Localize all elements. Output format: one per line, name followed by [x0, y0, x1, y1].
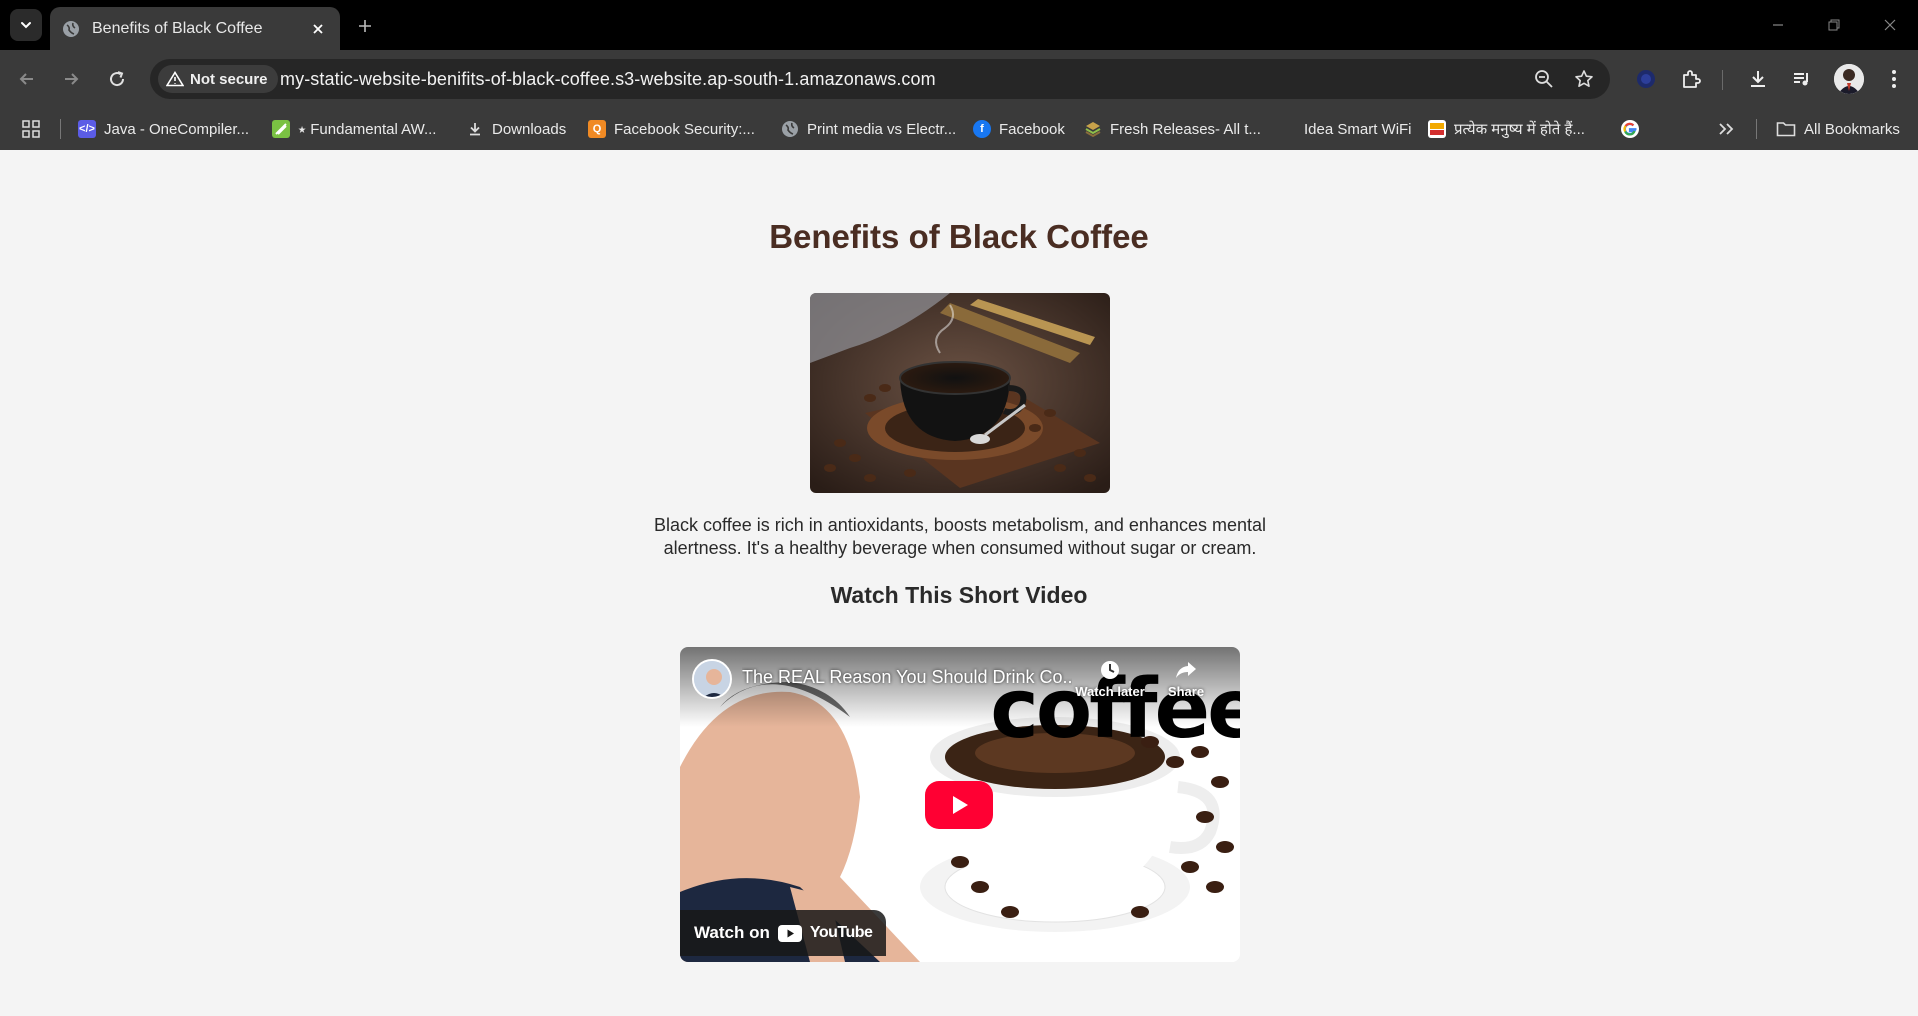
bookmark-label: प्रत्येक मनुष्य में होते हैं... [1454, 121, 1585, 138]
tab-strip: Benefits of Black Coffee [0, 0, 1918, 50]
arrow-right-icon [65, 73, 79, 85]
facebook-icon: f [973, 120, 991, 138]
youtube-wordmark: YouTube [809, 924, 873, 941]
bookmarks-divider [1756, 119, 1757, 139]
tab-search-button[interactable] [10, 9, 42, 41]
video-heading: Watch This Short Video [830, 582, 1088, 608]
more-bookmarks-icon[interactable] [1718, 118, 1734, 140]
q-icon: Q [588, 120, 606, 138]
close-window-button[interactable] [1872, 10, 1908, 40]
channel-avatar[interactable] [692, 659, 732, 699]
zoom-icon[interactable] [1532, 67, 1556, 91]
youtube-logo-icon [777, 924, 802, 942]
reload-icon [110, 71, 125, 87]
description-paragraph: Black coffee is rich in antioxidants, bo… [654, 515, 1266, 558]
restore-icon [1828, 19, 1840, 31]
share-button[interactable]: Share [1150, 659, 1222, 699]
forward-button[interactable] [56, 64, 86, 94]
minimize-icon [1773, 24, 1783, 26]
video-title[interactable]: The REAL Reason You Should Drink Co... [742, 667, 1072, 688]
minimize-button[interactable] [1760, 10, 1796, 40]
coffee-image [810, 293, 1110, 493]
new-tab-button[interactable] [352, 13, 378, 39]
bookmark-label: Print media vs Electr... [807, 120, 957, 138]
all-bookmarks-button[interactable]: All Bookmarks [1776, 118, 1900, 140]
tab-active[interactable]: Benefits of Black Coffee [50, 7, 340, 50]
all-bookmarks-label: All Bookmarks [1804, 120, 1900, 138]
address-bar[interactable]: Not secure my-static-website-benifits-of… [150, 59, 1610, 99]
close-tab-icon[interactable] [308, 19, 328, 39]
bookmark-downloads[interactable]: Downloads [466, 118, 566, 140]
bookmarks-bar: </> Java - OneCompiler... ⭑ Fundamental … [0, 108, 1918, 150]
download-icon [466, 120, 484, 138]
share-label: Share [1167, 684, 1205, 699]
restore-button[interactable] [1816, 10, 1852, 40]
play-icon [953, 796, 968, 814]
watch-later-label: Watch later [1075, 684, 1145, 699]
globe-icon [781, 120, 799, 138]
media-queue-icon[interactable] [1788, 65, 1816, 93]
bookmark-label: Facebook [999, 120, 1065, 138]
bookmark-label: ⭑ Fundamental AW... [298, 120, 437, 138]
bookmark-fundamental-aws[interactable]: ⭑ Fundamental AW... [272, 118, 436, 140]
bookmark-idea-wifi[interactable]: Idea Smart WiFi [1304, 118, 1412, 140]
onecompiler-icon: </> [78, 120, 96, 138]
watch-on-youtube-button[interactable]: Watch on YouTube [680, 910, 887, 956]
watch-later-button[interactable]: Watch later [1074, 659, 1146, 699]
download-icon[interactable] [1744, 65, 1772, 93]
extension-badge-icon[interactable] [1632, 65, 1660, 93]
warning-icon [166, 71, 184, 87]
more-menu-icon[interactable] [1880, 65, 1908, 93]
page-content: Benefits of Black Coffee Black coffee is… [0, 150, 1918, 1016]
bookmark-star-icon[interactable] [1572, 67, 1596, 91]
watch-on-label: Watch on [694, 923, 770, 942]
back-button[interactable] [12, 64, 42, 94]
bookmark-hindi-news[interactable]: प्रत्येक मनुष्य में होते हैं... [1428, 118, 1585, 140]
bookmark-print-media[interactable]: Print media vs Electr... [781, 118, 956, 140]
bookmarks-divider [60, 119, 61, 139]
toolbar-divider [1722, 70, 1723, 90]
security-chip[interactable]: Not secure [158, 65, 278, 93]
play-button[interactable] [925, 781, 993, 829]
arrow-left-icon [19, 73, 33, 85]
news-icon [1428, 120, 1446, 138]
globe-icon [62, 20, 80, 38]
youtube-embed[interactable]: coffee The REAL Reason You Should Drink … [680, 647, 1240, 962]
security-label: Not secure [190, 70, 268, 88]
aws-leaf-icon [272, 120, 290, 138]
bookmark-google[interactable] [1621, 118, 1639, 140]
extensions-icon[interactable] [1677, 65, 1705, 93]
page-heading: Benefits of Black Coffee [769, 218, 1149, 255]
bookmark-facebook-security[interactable]: Q Facebook Security:... [588, 118, 755, 140]
bookmark-label: Java - OneCompiler... [104, 120, 250, 138]
bookmark-facebook[interactable]: f Facebook [973, 118, 1065, 140]
bookmark-label: Idea Smart WiFi [1304, 120, 1412, 138]
tab-title: Benefits of Black Coffee [92, 19, 263, 37]
google-icon [1621, 120, 1639, 138]
plus-icon [359, 20, 371, 32]
close-icon [1884, 19, 1896, 31]
profile-avatar[interactable] [1834, 64, 1864, 94]
stack-icon [1084, 120, 1102, 138]
bookmark-label: Fresh Releases- All t... [1110, 120, 1261, 138]
bookmark-label: Facebook Security:... [614, 120, 755, 138]
bookmark-fresh-releases[interactable]: Fresh Releases- All t... [1084, 118, 1261, 140]
bookmark-onecompiler[interactable]: </> Java - OneCompiler... [78, 118, 249, 140]
apps-grid-icon[interactable] [22, 118, 40, 140]
folder-icon [1776, 122, 1796, 137]
bookmark-label: Downloads [492, 120, 567, 138]
reload-button[interactable] [102, 64, 132, 94]
chevron-down-icon [21, 22, 31, 29]
url-text[interactable]: my-static-website-benifits-of-black-coff… [280, 69, 936, 90]
share-icon [1176, 662, 1196, 678]
toolbar: Not secure my-static-website-benifits-of… [0, 50, 1918, 108]
clock-icon [1101, 661, 1119, 679]
